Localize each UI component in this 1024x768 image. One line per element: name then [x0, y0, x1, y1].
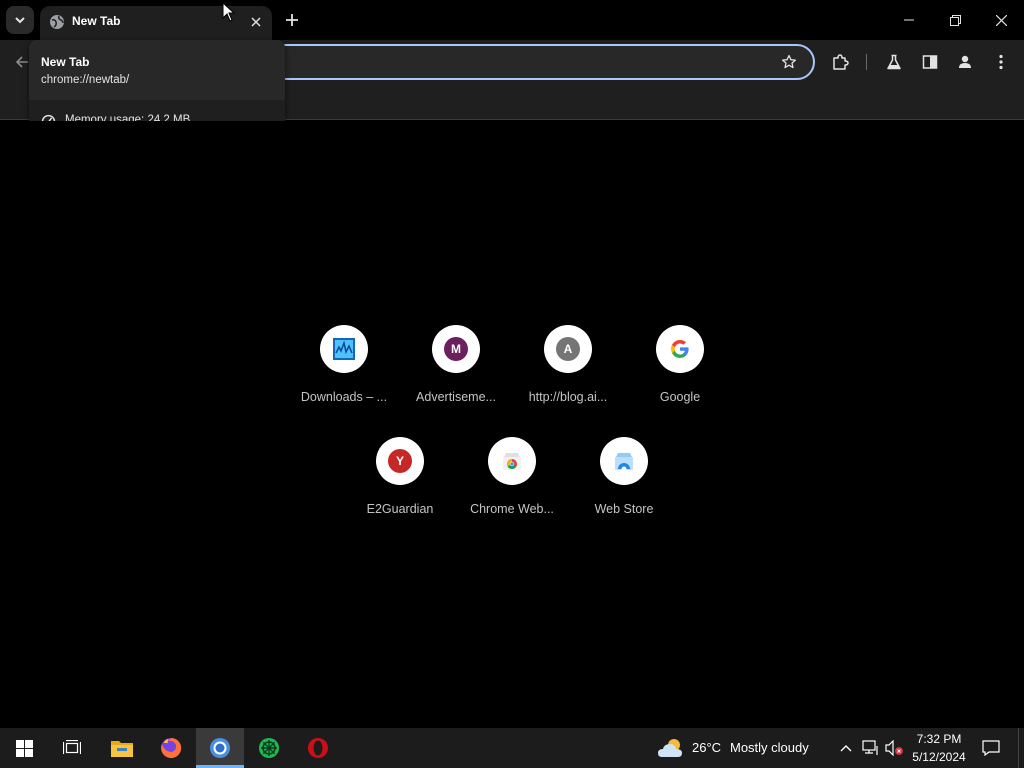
shortcut-icon-circle — [656, 325, 704, 373]
file-explorer-button[interactable] — [98, 728, 146, 768]
task-view-button[interactable] — [48, 728, 96, 768]
arrow-left-icon — [15, 56, 28, 68]
shortcut-tile[interactable]: Web Store — [568, 437, 680, 549]
volume-button[interactable] — [884, 738, 904, 758]
profile-button[interactable] — [954, 51, 976, 73]
shortcut-icon-circle — [488, 437, 536, 485]
toolbar-divider — [866, 54, 867, 70]
new-tab-button[interactable] — [281, 9, 303, 31]
person-icon — [959, 55, 971, 68]
shortcut-label: Chrome Web... — [470, 502, 554, 516]
taskbar: 26°C Mostly cloudy 7:32 PM 5/12/2024 — [0, 728, 1024, 768]
puzzle-icon — [832, 53, 849, 70]
shortcut-icon-circle: A — [544, 325, 592, 373]
extensions-button[interactable] — [829, 51, 851, 73]
green-gear-icon — [259, 738, 279, 758]
shortcut-icon-circle: Y — [376, 437, 424, 485]
chevron-up-icon — [840, 745, 852, 752]
show-hidden-icons-button[interactable] — [836, 738, 856, 758]
weather-temperature[interactable]: 26°C — [692, 740, 721, 755]
close-icon — [251, 17, 261, 27]
address-bar[interactable] — [240, 44, 815, 80]
opera-button[interactable] — [294, 728, 342, 768]
green-app-button[interactable] — [245, 728, 293, 768]
clock-time[interactable]: 7:32 PM — [906, 732, 972, 746]
close-tab-button[interactable] — [247, 13, 265, 31]
shortcut-label: E2Guardian — [366, 502, 434, 516]
menu-button[interactable] — [990, 51, 1012, 73]
hover-card-title: New Tab — [41, 55, 90, 69]
shortcut-icon-circle: M — [432, 325, 480, 373]
shortcut-tile[interactable]: Y E2Guardian — [344, 437, 456, 549]
letter-a-icon: A — [556, 337, 580, 361]
shortcut-label: http://blog.ai... — [528, 390, 608, 404]
minimize-icon — [904, 19, 914, 21]
tab-title: New Tab — [72, 14, 121, 28]
shortcut-label: Google — [659, 390, 701, 404]
hover-card-header — [29, 40, 285, 100]
flask-icon — [887, 54, 901, 70]
shortcut-icon-circle — [600, 437, 648, 485]
google-icon — [671, 340, 689, 358]
show-desktop-button[interactable] — [1018, 728, 1024, 768]
side-panel-icon — [922, 55, 938, 69]
network-button[interactable] — [860, 738, 880, 758]
close-window-button[interactable] — [978, 0, 1024, 40]
firefox-icon — [161, 737, 182, 758]
chrome-button[interactable] — [196, 728, 244, 768]
chrome-icon — [210, 738, 230, 758]
side-panel-button[interactable] — [919, 51, 941, 73]
downloads-icon — [333, 338, 355, 360]
tab-search-button[interactable] — [6, 6, 34, 34]
restore-icon — [949, 14, 961, 26]
task-view-icon — [63, 740, 81, 754]
web-store-icon — [615, 453, 633, 472]
shortcut-icon-circle — [320, 325, 368, 373]
shortcut-tile[interactable]: A http://blog.ai... — [512, 325, 624, 437]
shortcut-label: Advertiseme... — [416, 390, 496, 404]
clock-date[interactable]: 5/12/2024 — [906, 750, 972, 764]
folder-icon — [111, 741, 133, 757]
weather-description[interactable]: Mostly cloudy — [730, 740, 809, 755]
chrome-web-store-icon — [503, 453, 521, 470]
opera-icon — [308, 738, 328, 758]
minimize-button[interactable] — [886, 0, 932, 40]
chevron-down-icon — [14, 14, 26, 26]
close-icon — [995, 14, 1007, 26]
mouse-cursor-icon — [222, 2, 236, 22]
star-icon — [781, 54, 797, 69]
network-icon — [862, 740, 878, 755]
windows-icon — [15, 739, 33, 757]
labs-button[interactable] — [883, 51, 905, 73]
hover-card-url: chrome://newtab/ — [41, 74, 130, 86]
shortcut-tile[interactable]: Chrome Web... — [456, 437, 568, 549]
notifications-button[interactable] — [980, 737, 1002, 759]
new-tab-page: Downloads – ... M Advertiseme... A http:… — [0, 121, 1024, 728]
letter-m-icon: M — [444, 337, 468, 361]
shortcut-label: Downloads – ... — [300, 390, 388, 404]
shortcut-tile[interactable]: Downloads – ... — [288, 325, 400, 437]
notification-icon — [982, 740, 1000, 756]
tab-new-tab[interactable]: New Tab — [40, 6, 272, 40]
letter-y-icon: Y — [388, 449, 412, 473]
plus-icon — [286, 14, 298, 26]
shortcut-tile[interactable]: M Advertiseme... — [400, 325, 512, 437]
volume-muted-icon — [885, 740, 903, 756]
shortcut-label: Web Store — [594, 502, 654, 516]
tab-strip: New Tab — [0, 0, 1024, 40]
shortcut-tile[interactable]: Google — [624, 325, 736, 437]
firefox-button[interactable] — [147, 728, 195, 768]
bookmark-star-button[interactable] — [778, 51, 800, 73]
globe-icon — [49, 14, 65, 30]
start-button[interactable] — [0, 728, 48, 768]
kebab-menu-icon — [999, 54, 1003, 70]
weather-cloud-icon[interactable] — [658, 737, 686, 759]
restore-button[interactable] — [932, 0, 978, 40]
